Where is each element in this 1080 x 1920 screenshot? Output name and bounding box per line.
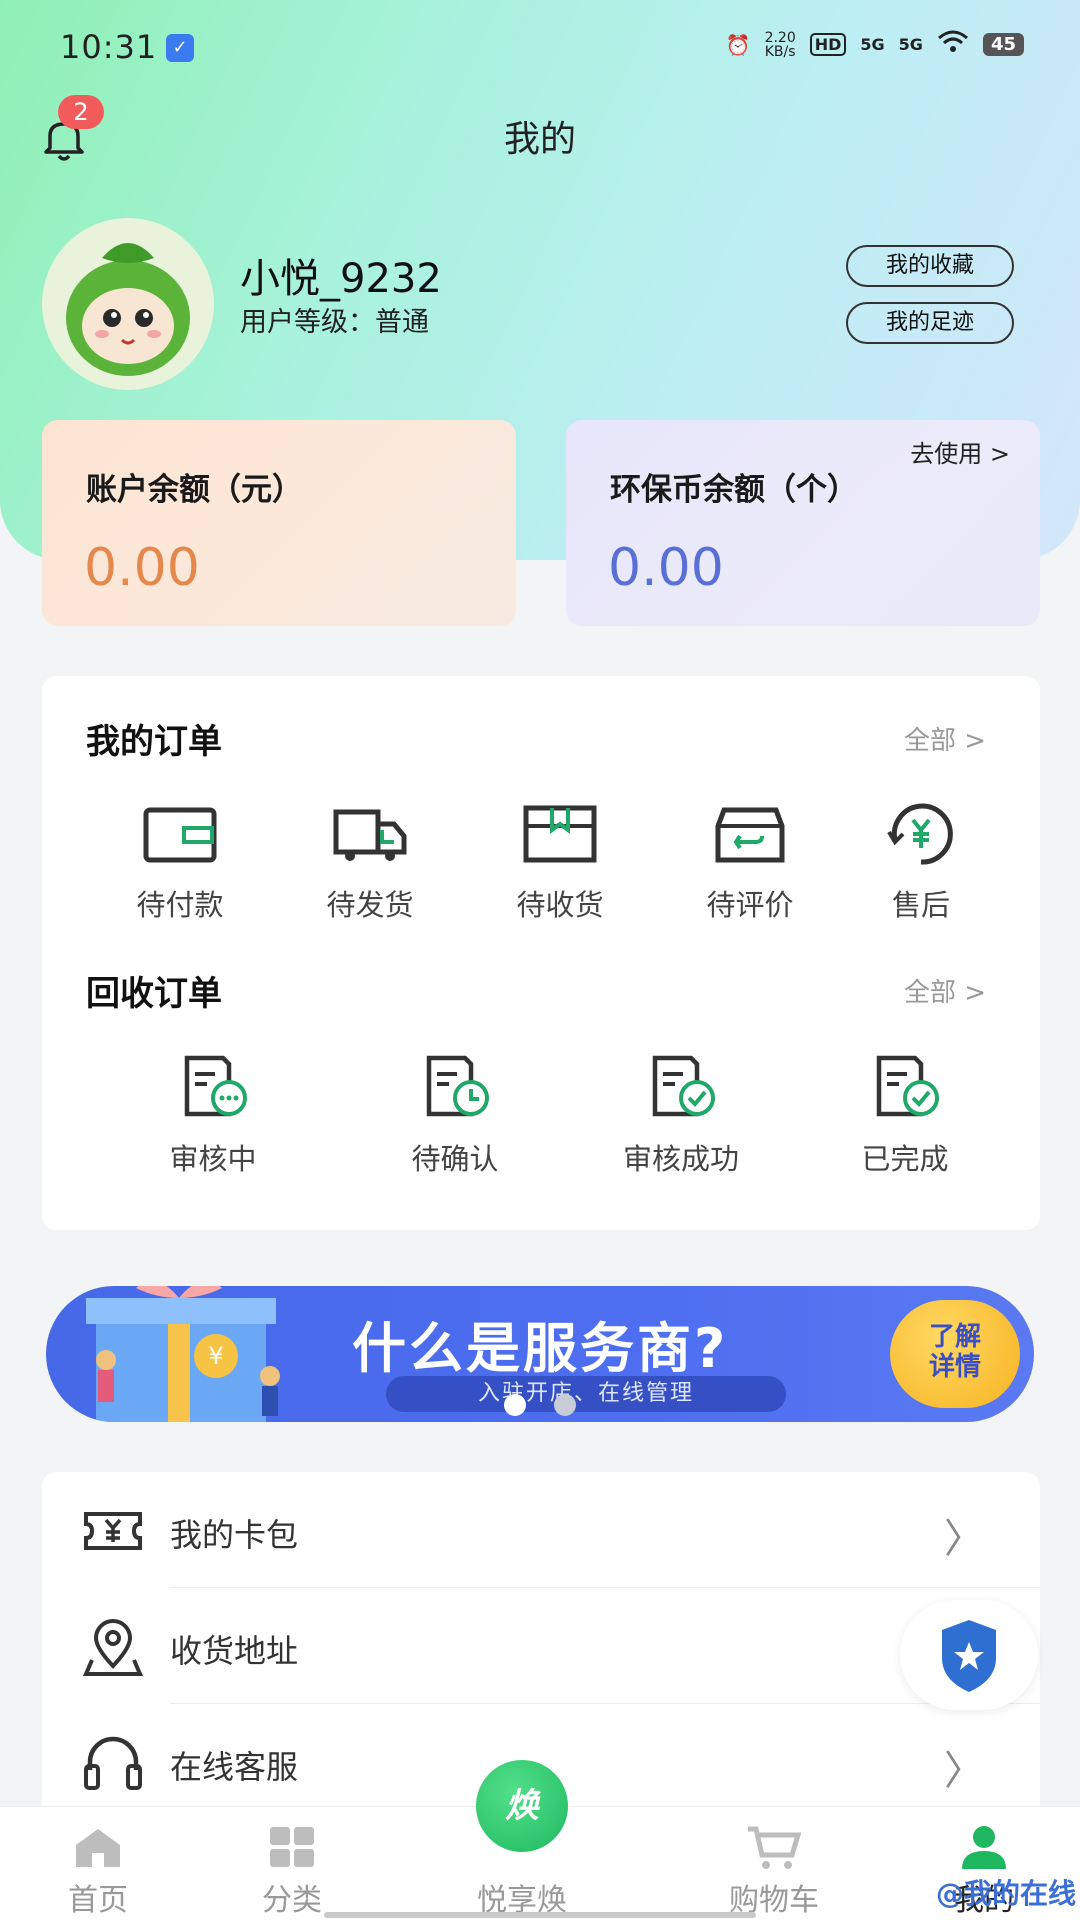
eco-coin-title: 环保币余额（个） <box>610 472 858 508</box>
battery-icon: 45 <box>982 33 1024 56</box>
network-speed: 2.20 KB/s <box>764 29 796 60</box>
orders-panel: 我的订单 全部 > 待付款 待发货 待收货 待评价 售后 回收订单 全部 > 审… <box>42 676 1040 1230</box>
exchange-center-button[interactable]: 焕 <box>476 1760 568 1852</box>
shield-star-icon <box>942 1620 996 1692</box>
security-shield-icon: ✓ <box>166 34 194 62</box>
my-orders-all-link[interactable]: 全部 > <box>904 720 986 757</box>
card-wallet-icon <box>82 1500 144 1562</box>
doc-clock-icon <box>415 1054 495 1122</box>
wifi-icon <box>937 30 969 59</box>
recycle-completed[interactable]: 已完成 <box>820 1054 990 1178</box>
nav-cart[interactable]: 购物车 <box>712 1807 836 1919</box>
alarm-icon: ⏰ <box>725 32 751 57</box>
recycle-approved[interactable]: 审核成功 <box>596 1054 766 1178</box>
banner-learn-more-button[interactable]: 了解 详情 <box>890 1300 1020 1408</box>
eco-coin-use-link[interactable]: 去使用 > <box>910 434 1010 469</box>
home-indicator[interactable] <box>324 1912 756 1918</box>
menu-item-label: 我的卡包 <box>170 1516 299 1554</box>
menu-item-label: 收货地址 <box>170 1632 299 1670</box>
status-bar: 10:31 ✓ ⏰ 2.20 KB/s HD 5G 5G 45 <box>0 0 1080 96</box>
user-level: 用户等级：普通 <box>240 307 429 338</box>
truck-icon <box>330 800 410 868</box>
banner-pagination <box>0 1394 1080 1416</box>
status-time: 10:31 <box>60 28 158 66</box>
floating-badge-button[interactable] <box>900 1600 1038 1710</box>
recycle-orders-title: 回收订单 <box>86 974 222 1014</box>
nav-label: 首页 <box>68 1883 128 1918</box>
recycle-pending-confirm[interactable]: 待确认 <box>370 1054 540 1178</box>
order-item-label: 待收货 <box>516 888 604 922</box>
order-after-sales[interactable]: 售后 <box>856 800 986 924</box>
watermark: @我的在线 <box>935 1877 1076 1910</box>
home-icon <box>68 1823 128 1871</box>
favorites-button[interactable]: 我的收藏 <box>846 245 1014 287</box>
cart-icon <box>744 1823 804 1871</box>
location-pin-icon <box>82 1616 144 1678</box>
order-pending-receipt[interactable]: 待收货 <box>490 800 630 924</box>
chevron-right-icon: 〉 <box>944 1748 984 1794</box>
avatar[interactable] <box>42 218 214 390</box>
page-title: 我的 <box>503 119 576 160</box>
doc-done-icon <box>865 1054 945 1122</box>
doc-pending-icon <box>173 1054 253 1122</box>
svg-text:¥: ¥ <box>208 1342 223 1370</box>
banner-dot[interactable] <box>554 1394 576 1416</box>
recycle-orders-all-link[interactable]: 全部 > <box>904 972 986 1009</box>
nav-category[interactable]: 分类 <box>242 1807 342 1919</box>
account-balance-title: 账户余额（元） <box>86 472 303 508</box>
return-box-icon <box>710 800 790 868</box>
order-item-label: 待评价 <box>706 888 794 922</box>
user-icon <box>954 1823 1014 1871</box>
signal-icon-1: 5G <box>860 35 885 54</box>
menu-item-label: 在线客服 <box>170 1748 299 1786</box>
hd-icon: HD <box>809 33 847 56</box>
menu-item-card-wallet[interactable]: 我的卡包 〉 <box>42 1472 1040 1588</box>
recycle-item-label: 待确认 <box>411 1142 499 1176</box>
footprint-button[interactable]: 我的足迹 <box>846 302 1014 344</box>
package-icon <box>520 800 600 868</box>
recycle-under-review[interactable]: 审核中 <box>128 1054 298 1178</box>
order-item-label: 售后 <box>891 888 950 922</box>
order-item-label: 待发货 <box>326 888 414 922</box>
banner-title: 什么是服务商? <box>352 1317 729 1380</box>
eco-coin-card[interactable]: 去使用 > 环保币余额（个） 0.00 <box>566 420 1040 626</box>
username: 小悦_9232 <box>240 256 442 302</box>
signal-icon-2: 5G <box>898 35 923 54</box>
account-balance-value: 0.00 <box>84 538 200 598</box>
yen-refund-icon <box>881 800 961 868</box>
eco-coin-value: 0.00 <box>608 538 724 598</box>
doc-check-icon <box>641 1054 721 1122</box>
menu-item-address[interactable]: 收货地址 <box>42 1588 1040 1704</box>
status-indicators: ⏰ 2.20 KB/s HD 5G 5G 45 <box>726 30 1024 59</box>
chevron-right-icon: 〉 <box>944 1516 984 1562</box>
recycle-item-label: 审核中 <box>169 1142 257 1176</box>
nav-home[interactable]: 首页 <box>48 1807 148 1919</box>
my-orders-title: 我的订单 <box>86 722 222 762</box>
order-pending-payment[interactable]: 待付款 <box>110 800 250 924</box>
order-pending-review[interactable]: 待评价 <box>680 800 820 924</box>
recycle-item-label: 审核成功 <box>622 1142 739 1176</box>
order-item-label: 待付款 <box>136 888 224 922</box>
account-balance-card[interactable]: 账户余额（元） 0.00 <box>42 420 516 626</box>
wallet-icon <box>140 800 220 868</box>
headset-icon <box>82 1732 144 1794</box>
grid-icon <box>262 1823 322 1871</box>
order-pending-shipment[interactable]: 待发货 <box>300 800 440 924</box>
recycle-item-label: 已完成 <box>861 1142 949 1176</box>
banner-dot[interactable] <box>504 1394 526 1416</box>
